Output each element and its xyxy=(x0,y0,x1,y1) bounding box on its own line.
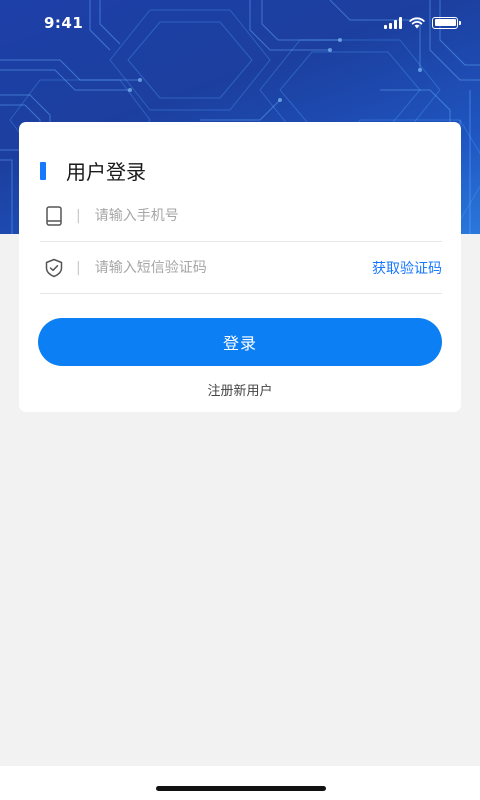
sms-code-input[interactable] xyxy=(94,259,372,276)
home-indicator[interactable] xyxy=(156,786,326,791)
get-code-button[interactable]: 获取验证码 xyxy=(372,258,442,278)
bottom-bar xyxy=(0,766,480,800)
status-bar: 9:41 xyxy=(0,0,480,46)
sms-code-field: | 获取验证码 xyxy=(40,242,442,294)
login-title: 用户登录 xyxy=(66,160,146,184)
login-button[interactable]: 登录 xyxy=(38,318,442,366)
wifi-icon xyxy=(409,17,425,29)
status-icons xyxy=(384,16,461,29)
phone-icon xyxy=(43,205,65,227)
login-card: 用户登录 | | 获取验证码 登录 注册新用户 xyxy=(19,122,461,412)
phone-input[interactable] xyxy=(94,207,442,224)
battery-icon xyxy=(432,16,461,29)
register-link[interactable]: 注册新用户 xyxy=(19,380,461,399)
title-accent-bar xyxy=(40,161,46,180)
status-time: 9:41 xyxy=(44,14,84,32)
phone-field: | xyxy=(40,190,442,242)
field-divider: | xyxy=(76,207,81,224)
login-title-row: 用户登录 xyxy=(40,156,146,185)
field-divider: | xyxy=(76,259,81,276)
shield-check-icon xyxy=(43,257,65,279)
signal-icon xyxy=(384,16,402,29)
login-screen: 9:41 用户登录 | 请输入手机号 | 请输入短信验证码 获取验证码 登录 注… xyxy=(0,0,480,800)
